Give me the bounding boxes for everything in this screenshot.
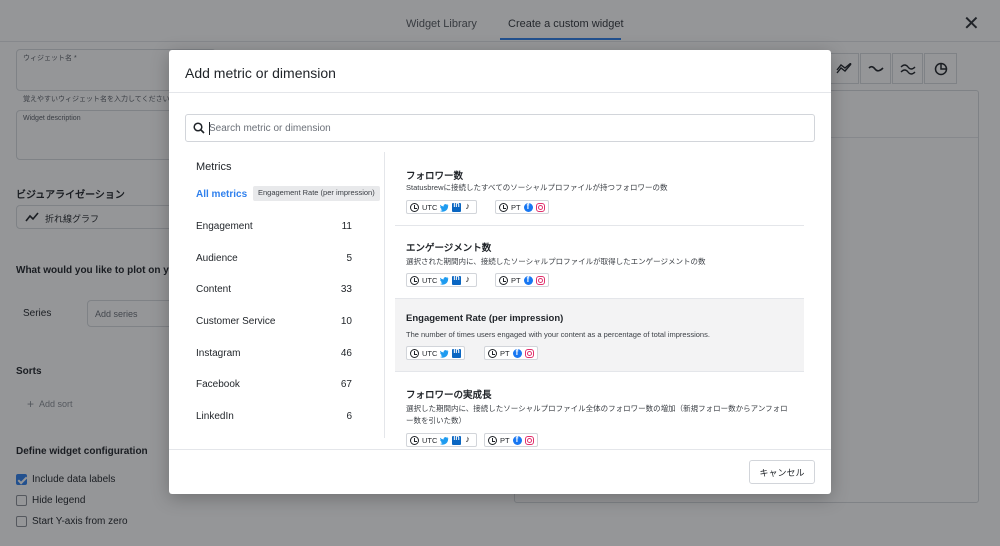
metric-item[interactable]: Engagement Rate (per impression) The num… [395, 299, 804, 372]
category-content[interactable]: Content 33 [196, 284, 356, 300]
instagram-icon [524, 348, 534, 358]
cancel-button[interactable]: キャンセル [749, 460, 815, 484]
add-metric-modal: Add metric or dimension Metrics All metr… [169, 50, 831, 494]
category-facebook[interactable]: Facebook 67 [196, 379, 356, 395]
clock-icon [410, 348, 419, 358]
category-count: 10 [340, 316, 352, 327]
category-count: 33 [340, 284, 352, 295]
clock-icon [499, 202, 508, 212]
twitter-icon [440, 349, 449, 358]
timezone-label: UTC [422, 348, 438, 358]
clock-icon [499, 275, 508, 285]
metric-title: エンゲージメント数 [406, 243, 492, 254]
instagram-icon [535, 275, 545, 285]
utc-timezone-badge: UTC [406, 200, 478, 214]
clock-icon [410, 435, 419, 445]
category-label: Audience [196, 253, 238, 264]
divider [384, 152, 385, 438]
pt-timezone-badge: PT [495, 273, 549, 287]
tiktok-icon [464, 274, 473, 285]
category-label: Facebook [196, 379, 240, 390]
metric-title: フォロワー数 [406, 171, 464, 182]
clock-icon [488, 348, 497, 358]
search-icon [193, 122, 205, 134]
timezone-label: PT [500, 348, 510, 358]
clock-icon [488, 435, 497, 445]
category-engagement[interactable]: Engagement 11 [196, 221, 356, 237]
category-count: 46 [340, 348, 352, 359]
category-count: 5 [346, 253, 352, 264]
category-label: Content [196, 284, 232, 295]
metric-description: The number of times users engaged with y… [406, 330, 710, 339]
timezone-label: PT [511, 202, 521, 212]
search-input[interactable] [209, 119, 799, 138]
category-customer-service[interactable]: Customer Service 10 [196, 316, 356, 332]
clock-icon [410, 275, 419, 285]
facebook-icon [512, 435, 522, 445]
category-label: Engagement [196, 221, 253, 232]
divider [169, 92, 831, 93]
clock-icon [410, 202, 419, 212]
utc-timezone-badge: UTC [406, 273, 478, 287]
metric-title: Engagement Rate (per impression) [406, 313, 564, 324]
pt-timezone-badge: PT [484, 433, 538, 447]
category-instagram[interactable]: Instagram 46 [196, 348, 356, 364]
category-audience[interactable]: Audience 5 [196, 253, 356, 269]
modal-title: Add metric or dimension [185, 65, 336, 81]
facebook-icon [512, 348, 522, 358]
text-cursor [209, 122, 210, 135]
category-label: All metrics [196, 189, 248, 200]
twitter-icon [440, 276, 449, 285]
metric-description: 選択した期間内に、接続したソーシャルプロファイル全体のフォロワー数の増加（新規フ… [406, 404, 788, 425]
facebook-icon [523, 202, 533, 212]
category-label: LinkedIn [196, 411, 234, 422]
pt-timezone-badge: PT [495, 200, 549, 214]
instagram-icon [524, 435, 534, 445]
linkedin-icon [452, 435, 462, 445]
timezone-label: UTC [422, 435, 438, 445]
category-count: 11 [341, 221, 352, 232]
timezone-label: UTC [422, 275, 438, 285]
category-linkedin[interactable]: LinkedIn 6 [196, 411, 356, 427]
timezone-label: PT [500, 435, 510, 445]
timezone-label: PT [511, 275, 521, 285]
category-label: Instagram [196, 348, 241, 359]
metric-description: 選択された期間内に、接続したソーシャルプロファイルが取得したエンゲージメントの数 [406, 257, 706, 266]
timezone-label: UTC [422, 202, 438, 212]
twitter-icon [440, 203, 449, 212]
categories-heading: Metrics [196, 161, 232, 173]
metric-item[interactable]: フォロワー数 Statusbrewに接続したすべてのソーシャルプロファイルが持つ… [395, 152, 804, 226]
linkedin-icon [452, 275, 462, 285]
search-box[interactable] [185, 114, 815, 142]
utc-timezone-badge: UTC [406, 346, 466, 360]
tiktok-icon [464, 434, 473, 445]
instagram-icon [535, 202, 545, 212]
metric-title: フォロワーの実成長 [406, 390, 492, 401]
facebook-icon [523, 275, 533, 285]
metric-item[interactable]: エンゲージメント数 選択された期間内に、接続したソーシャルプロファイルが取得した… [395, 226, 804, 299]
linkedin-icon [452, 348, 462, 358]
category-count: 6 [346, 411, 352, 422]
tooltip: Engagement Rate (per impression) [253, 186, 380, 201]
divider [169, 449, 831, 450]
category-count: 67 [340, 379, 352, 390]
metric-item[interactable]: フォロワーの実成長 選択した期間内に、接続したソーシャルプロファイル全体のフォロ… [395, 372, 804, 449]
pt-timezone-badge: PT [484, 346, 538, 360]
category-label: Customer Service [196, 316, 276, 327]
twitter-icon [440, 436, 449, 445]
utc-timezone-badge: UTC [406, 433, 478, 447]
metric-description: Statusbrewに接続したすべてのソーシャルプロファイルが持つフォロワーの数 [406, 183, 668, 192]
linkedin-icon [452, 202, 462, 212]
tiktok-icon [464, 201, 473, 212]
